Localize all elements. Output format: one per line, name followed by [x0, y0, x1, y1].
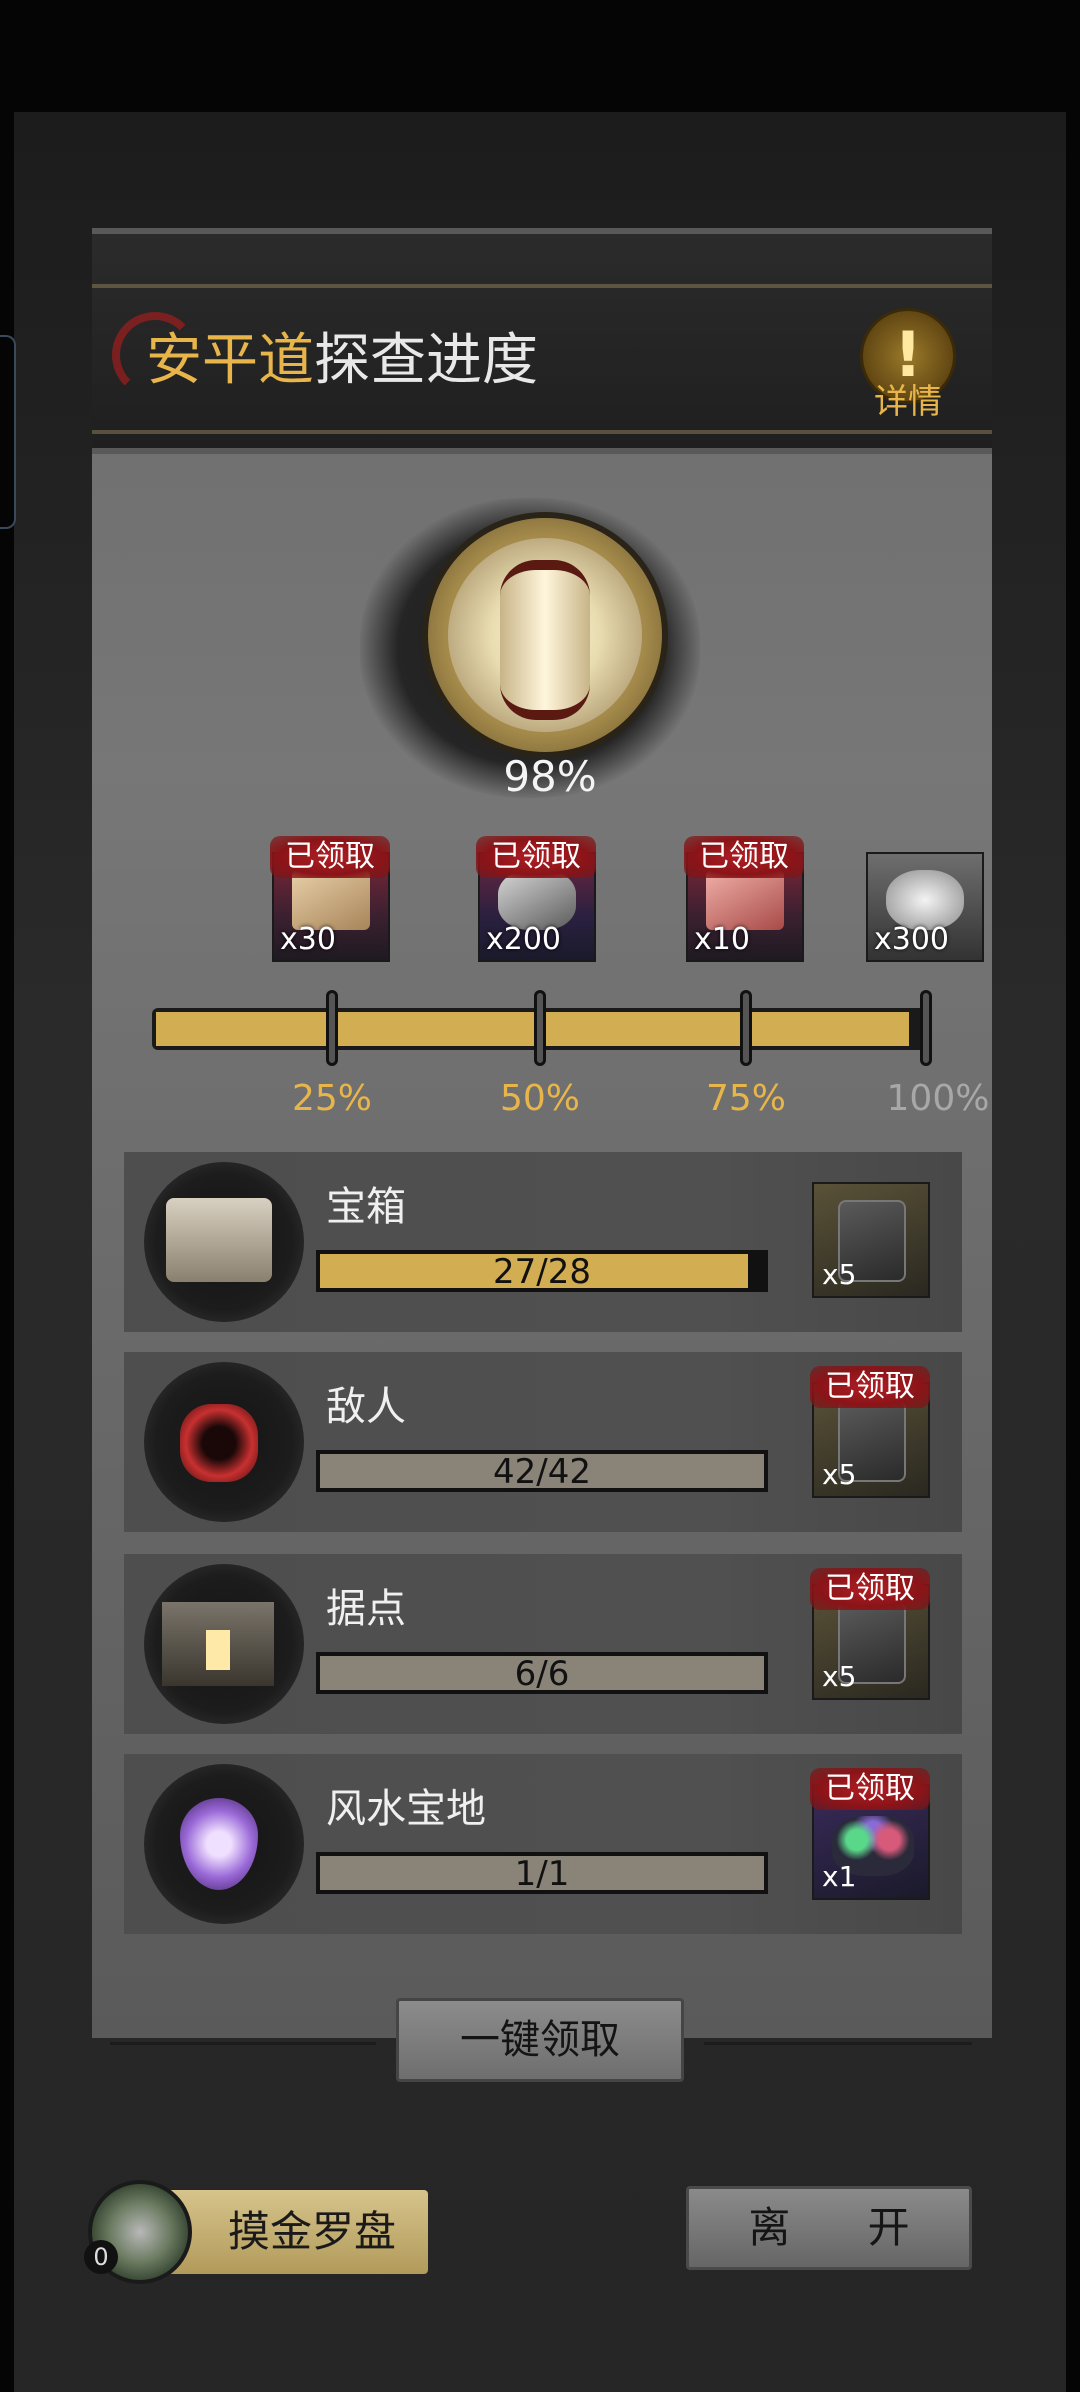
treasure-chest-icon: [166, 1198, 272, 1282]
reward-quantity: x10: [694, 922, 750, 957]
title-suffix: 探查进度: [314, 328, 538, 393]
claimed-badge: 已领取: [810, 1568, 930, 1610]
reward-quantity: x5: [822, 1458, 857, 1491]
task-progress-text: 1/1: [514, 1854, 570, 1894]
overall-progress-percent: 98%: [503, 752, 597, 801]
claimed-badge: 已领取: [684, 836, 804, 878]
milestone-label: 75%: [705, 1078, 786, 1119]
task-progress-text: 6/6: [514, 1654, 570, 1694]
claimed-badge: 已领取: [476, 836, 596, 878]
task-row-enemy: 敌人 42/42 x5 已领取: [124, 1352, 962, 1532]
milestone-label: 25%: [291, 1078, 372, 1119]
side-drawer-tab[interactable]: [0, 335, 16, 529]
progress-fill: [156, 1012, 909, 1046]
milestone-marker: [920, 990, 932, 1066]
task-progress-text: 27/28: [493, 1252, 591, 1292]
milestone-marker: [326, 990, 338, 1066]
details-label: 详情: [874, 382, 942, 422]
ore-icon: [498, 870, 576, 930]
task-row-treasure: 宝箱 27/28 x5: [124, 1152, 962, 1332]
task-progress-bar: 42/42: [316, 1450, 768, 1492]
task-progress-bar: 6/6: [316, 1652, 768, 1694]
reward-quantity: x5: [822, 1258, 857, 1291]
task-name: 宝箱: [326, 1184, 406, 1230]
divider-right: [704, 2042, 972, 2045]
region-name: 安平道: [146, 328, 314, 393]
compass-label: 摸金罗盘: [228, 2207, 397, 2256]
compass-button[interactable]: 摸金罗盘 0: [84, 2180, 428, 2284]
task-progress-bar: 27/28: [316, 1250, 768, 1292]
claimed-badge: 已领取: [270, 836, 390, 878]
red-scroll-icon: [706, 870, 784, 930]
reward-quantity: x300: [874, 922, 950, 957]
door-glow: [206, 1630, 230, 1670]
milestone-marker: [740, 990, 752, 1066]
compass-count-badge: 0: [84, 2240, 118, 2274]
task-row-fengshui: 风水宝地 1/1 x1 已领取: [124, 1754, 962, 1934]
divider-left: [110, 2042, 376, 2045]
task-progress-bar: 1/1: [316, 1852, 768, 1894]
milestone-reward-100[interactable]: x300: [866, 852, 984, 962]
silver-ingot-icon: [886, 870, 964, 930]
leave-button[interactable]: 离 开: [686, 2186, 972, 2270]
lantern-icon: [500, 560, 590, 720]
claimed-badge: 已领取: [810, 1366, 930, 1408]
details-button[interactable]: ! 详情: [856, 308, 960, 422]
enemy-skull-icon: [180, 1404, 258, 1482]
milestone-label: 100%: [886, 1078, 990, 1119]
milestone-label: 50%: [499, 1078, 580, 1119]
stronghold-icon: [162, 1602, 274, 1686]
page-title: 安平道探查进度: [146, 326, 538, 396]
reward-quantity: x200: [486, 922, 562, 957]
task-row-stronghold: 据点 6/6 x5 已领取: [124, 1554, 962, 1734]
task-reward[interactable]: x5: [812, 1182, 930, 1298]
task-name: 风水宝地: [326, 1786, 486, 1832]
task-name: 据点: [326, 1586, 406, 1632]
task-name: 敌人: [326, 1384, 406, 1430]
header-ornament-line: [92, 430, 992, 434]
collect-all-button[interactable]: 一键领取: [396, 1998, 684, 2082]
reward-quantity: x1: [822, 1860, 857, 1893]
reward-quantity: x30: [280, 922, 336, 957]
scroll-icon: [292, 870, 370, 930]
reward-quantity: x5: [822, 1660, 857, 1693]
claimed-badge: 已领取: [810, 1768, 930, 1810]
milestone-marker: [534, 990, 546, 1066]
header-ornament-line: [92, 284, 992, 288]
task-progress-text: 42/42: [493, 1452, 591, 1492]
